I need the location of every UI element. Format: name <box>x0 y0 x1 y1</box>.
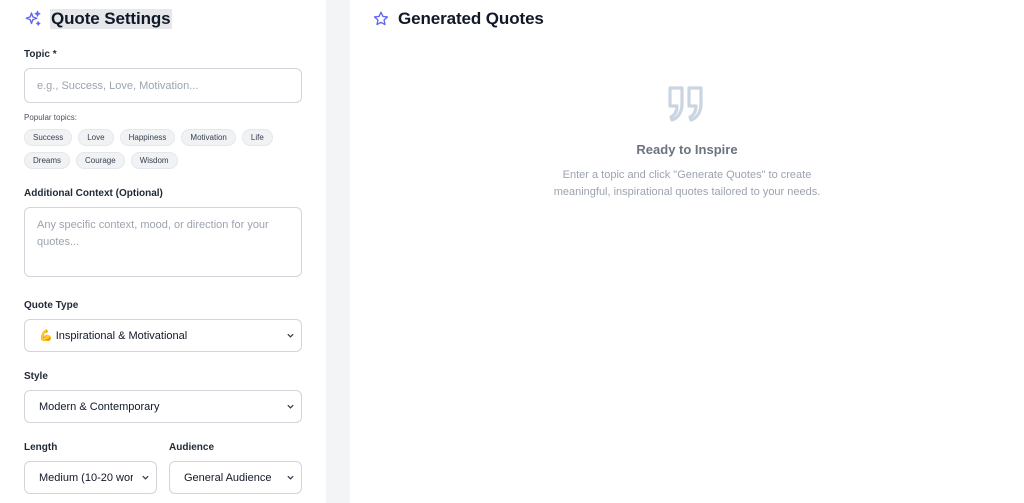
empty-state-line: meaningful, inspirational quotes tailore… <box>553 186 821 198</box>
topic-input[interactable]: e.g., Success, Love, Motivation... <box>24 68 302 103</box>
popular-topics-label: Popular topics: <box>24 113 77 122</box>
length-label: Length <box>24 442 58 453</box>
chevron-down-icon <box>286 331 295 340</box>
star-icon <box>372 10 390 28</box>
audience-select[interactable]: General Audience <box>169 461 302 494</box>
quote-type-select[interactable]: 💪 Inspirational & Motivational <box>24 319 302 352</box>
topic-chip[interactable]: Dreams <box>24 152 71 169</box>
results-panel: Generated Quotes Ready to Inspire Enter … <box>350 0 1024 503</box>
results-header: Generated Quotes <box>372 8 544 30</box>
topic-chips-row-1: Success Love Happiness Motivation Life <box>24 129 304 146</box>
topic-label: Topic * <box>24 49 57 60</box>
empty-state-line: Enter a topic and click "Generate Quotes… <box>562 169 812 181</box>
sparkles-icon <box>24 10 42 28</box>
chevron-down-icon <box>141 473 150 482</box>
length-select[interactable]: Medium (10-20 words) <box>24 461 157 494</box>
topic-chip[interactable]: Happiness <box>119 129 176 146</box>
quote-type-label: Quote Type <box>24 300 79 311</box>
topic-chip[interactable]: Courage <box>76 152 125 169</box>
audience-value: General Audience <box>184 471 272 484</box>
style-value: Modern & Contemporary <box>39 400 160 413</box>
empty-state-description: Enter a topic and click "Generate Quotes… <box>350 167 1024 201</box>
audience-label: Audience <box>169 442 215 453</box>
topic-chip[interactable]: Success <box>24 129 73 146</box>
settings-panel: Quote Settings Topic * e.g., Success, Lo… <box>0 0 326 503</box>
quote-type-value: 💪 Inspirational & Motivational <box>39 330 188 342</box>
style-select[interactable]: Modern & Contemporary <box>24 390 302 423</box>
context-label: Additional Context (Optional) <box>24 188 163 199</box>
topic-chips-row-2: Dreams Courage Wisdom <box>24 152 304 169</box>
chevron-down-icon <box>286 473 295 482</box>
settings-title: Quote Settings <box>50 9 172 29</box>
results-title: Generated Quotes <box>398 9 544 28</box>
topic-chip[interactable]: Wisdom <box>130 152 178 169</box>
chevron-down-icon <box>286 402 295 411</box>
topic-chip[interactable]: Life <box>241 129 273 146</box>
context-textarea[interactable]: Any specific context, mood, or direction… <box>24 207 302 277</box>
empty-state-title: Ready to Inspire <box>636 142 738 157</box>
settings-header: Quote Settings <box>24 8 172 30</box>
length-value: Medium (10-20 words) <box>39 471 133 484</box>
style-label: Style <box>24 371 48 382</box>
topic-chip[interactable]: Love <box>78 129 114 146</box>
quote-mark-icon <box>666 84 706 124</box>
topic-chip[interactable]: Motivation <box>181 129 236 146</box>
